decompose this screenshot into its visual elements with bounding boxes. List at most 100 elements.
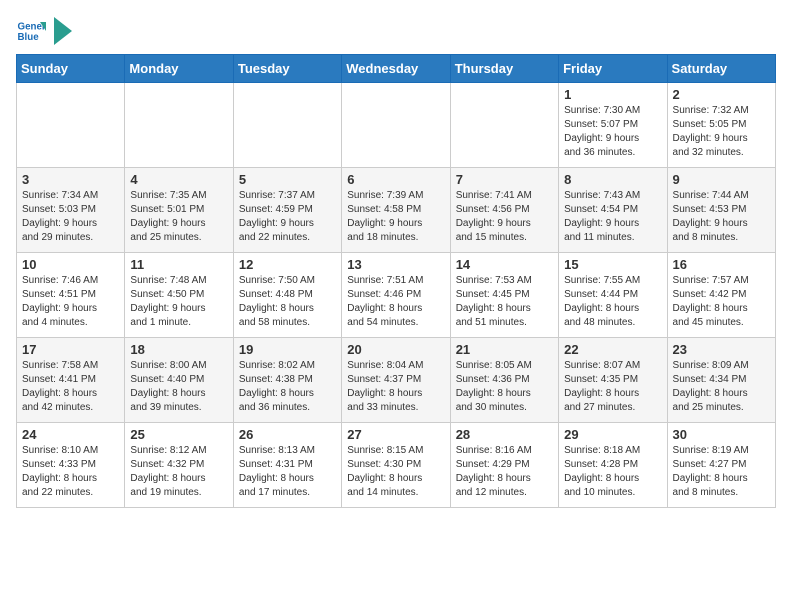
day-cell: 27 Sunrise: 8:15 AM Sunset: 4:30 PM Dayli…	[342, 423, 450, 508]
day-info: Sunrise: 8:13 AM Sunset: 4:31 PM Dayligh…	[239, 444, 336, 500]
day-number: 10	[22, 257, 119, 272]
day-cell: 10Sunrise: 7:46 AM Sunset: 4:51 PM Dayli…	[17, 253, 125, 338]
day-number: 26	[239, 427, 336, 442]
day-number: 24	[22, 427, 119, 442]
day-number: 13	[347, 257, 444, 272]
day-cell: 4 Sunrise: 7:35 AM Sunset: 5:01 PM Daylig…	[125, 168, 233, 253]
day-cell: 12 Sunrise: 7:50 AM Sunset: 4:48 PM Dayli…	[233, 253, 341, 338]
day-cell: 26 Sunrise: 8:13 AM Sunset: 4:31 PM Dayli…	[233, 423, 341, 508]
week-row-1: 1 Sunrise: 7:30 AM Sunset: 5:07 PM Daylig…	[17, 83, 776, 168]
day-number: 18	[130, 342, 227, 357]
day-info: Sunrise: 7:32 AM Sunset: 5:05 PM Dayligh…	[673, 104, 770, 160]
day-cell	[233, 83, 341, 168]
calendar-header-row: SundayMondayTuesdayWednesdayThursdayFrid…	[17, 55, 776, 83]
day-number: 3	[22, 172, 119, 187]
day-number: 9	[673, 172, 770, 187]
day-number: 28	[456, 427, 553, 442]
day-info: Sunrise: 8:16 AM Sunset: 4:29 PM Dayligh…	[456, 444, 553, 500]
day-cell: 9 Sunrise: 7:44 AM Sunset: 4:53 PM Daylig…	[667, 168, 775, 253]
day-cell: 17Sunrise: 7:58 AM Sunset: 4:41 PM Dayli…	[17, 338, 125, 423]
col-header-tuesday: Tuesday	[233, 55, 341, 83]
day-info: Sunrise: 7:41 AM Sunset: 4:56 PM Dayligh…	[456, 189, 553, 245]
day-info: Sunrise: 8:15 AM Sunset: 4:30 PM Dayligh…	[347, 444, 444, 500]
day-number: 20	[347, 342, 444, 357]
week-row-4: 17Sunrise: 7:58 AM Sunset: 4:41 PM Dayli…	[17, 338, 776, 423]
day-info: Sunrise: 8:04 AM Sunset: 4:37 PM Dayligh…	[347, 359, 444, 415]
week-row-2: 3 Sunrise: 7:34 AM Sunset: 5:03 PM Daylig…	[17, 168, 776, 253]
day-cell: 8Sunrise: 7:43 AM Sunset: 4:54 PM Daylig…	[559, 168, 667, 253]
day-info: Sunrise: 7:57 AM Sunset: 4:42 PM Dayligh…	[673, 274, 770, 330]
day-number: 4	[130, 172, 227, 187]
day-cell: 22 Sunrise: 8:07 AM Sunset: 4:35 PM Dayli…	[559, 338, 667, 423]
day-info: Sunrise: 7:44 AM Sunset: 4:53 PM Dayligh…	[673, 189, 770, 245]
day-number: 30	[673, 427, 770, 442]
day-cell	[125, 83, 233, 168]
day-cell: 11 Sunrise: 7:48 AM Sunset: 4:50 PM Dayli…	[125, 253, 233, 338]
day-cell	[450, 83, 558, 168]
day-cell: 20 Sunrise: 8:04 AM Sunset: 4:37 PM Dayli…	[342, 338, 450, 423]
day-info: Sunrise: 7:37 AM Sunset: 4:59 PM Dayligh…	[239, 189, 336, 245]
col-header-sunday: Sunday	[17, 55, 125, 83]
day-number: 25	[130, 427, 227, 442]
logo: General Blue	[16, 16, 72, 46]
day-cell: 2Sunrise: 7:32 AM Sunset: 5:05 PM Daylig…	[667, 83, 775, 168]
col-header-saturday: Saturday	[667, 55, 775, 83]
day-info: Sunrise: 7:55 AM Sunset: 4:44 PM Dayligh…	[564, 274, 661, 330]
day-cell: 13 Sunrise: 7:51 AM Sunset: 4:46 PM Dayli…	[342, 253, 450, 338]
col-header-wednesday: Wednesday	[342, 55, 450, 83]
day-info: Sunrise: 7:39 AM Sunset: 4:58 PM Dayligh…	[347, 189, 444, 245]
day-number: 23	[673, 342, 770, 357]
day-number: 14	[456, 257, 553, 272]
day-info: Sunrise: 8:02 AM Sunset: 4:38 PM Dayligh…	[239, 359, 336, 415]
day-number: 16	[673, 257, 770, 272]
week-row-3: 10Sunrise: 7:46 AM Sunset: 4:51 PM Dayli…	[17, 253, 776, 338]
day-cell: 25 Sunrise: 8:12 AM Sunset: 4:32 PM Dayli…	[125, 423, 233, 508]
day-number: 15	[564, 257, 661, 272]
day-cell: 18 Sunrise: 8:00 AM Sunset: 4:40 PM Dayli…	[125, 338, 233, 423]
col-header-thursday: Thursday	[450, 55, 558, 83]
day-info: Sunrise: 7:43 AM Sunset: 4:54 PM Dayligh…	[564, 189, 661, 245]
day-info: Sunrise: 7:53 AM Sunset: 4:45 PM Dayligh…	[456, 274, 553, 330]
day-info: Sunrise: 8:05 AM Sunset: 4:36 PM Dayligh…	[456, 359, 553, 415]
day-cell: 1 Sunrise: 7:30 AM Sunset: 5:07 PM Daylig…	[559, 83, 667, 168]
day-number: 12	[239, 257, 336, 272]
day-cell: 30 Sunrise: 8:19 AM Sunset: 4:27 PM Dayli…	[667, 423, 775, 508]
day-info: Sunrise: 7:30 AM Sunset: 5:07 PM Dayligh…	[564, 104, 661, 160]
day-info: Sunrise: 8:19 AM Sunset: 4:27 PM Dayligh…	[673, 444, 770, 500]
week-row-5: 24 Sunrise: 8:10 AM Sunset: 4:33 PM Dayli…	[17, 423, 776, 508]
logo-icon: General Blue	[16, 16, 46, 46]
day-cell	[17, 83, 125, 168]
day-number: 1	[564, 87, 661, 102]
day-cell: 28 Sunrise: 8:16 AM Sunset: 4:29 PM Dayli…	[450, 423, 558, 508]
day-cell: 21Sunrise: 8:05 AM Sunset: 4:36 PM Dayli…	[450, 338, 558, 423]
day-cell: 29Sunrise: 8:18 AM Sunset: 4:28 PM Dayli…	[559, 423, 667, 508]
day-number: 17	[22, 342, 119, 357]
day-number: 29	[564, 427, 661, 442]
day-info: Sunrise: 7:48 AM Sunset: 4:50 PM Dayligh…	[130, 274, 227, 330]
day-info: Sunrise: 8:07 AM Sunset: 4:35 PM Dayligh…	[564, 359, 661, 415]
day-cell: 16 Sunrise: 7:57 AM Sunset: 4:42 PM Dayli…	[667, 253, 775, 338]
day-number: 7	[456, 172, 553, 187]
day-cell: 6Sunrise: 7:39 AM Sunset: 4:58 PM Daylig…	[342, 168, 450, 253]
day-info: Sunrise: 7:50 AM Sunset: 4:48 PM Dayligh…	[239, 274, 336, 330]
day-cell: 24 Sunrise: 8:10 AM Sunset: 4:33 PM Dayli…	[17, 423, 125, 508]
day-cell: 7 Sunrise: 7:41 AM Sunset: 4:56 PM Daylig…	[450, 168, 558, 253]
day-number: 22	[564, 342, 661, 357]
day-number: 27	[347, 427, 444, 442]
day-info: Sunrise: 7:35 AM Sunset: 5:01 PM Dayligh…	[130, 189, 227, 245]
day-info: Sunrise: 8:10 AM Sunset: 4:33 PM Dayligh…	[22, 444, 119, 500]
col-header-friday: Friday	[559, 55, 667, 83]
day-cell: 23 Sunrise: 8:09 AM Sunset: 4:34 PM Dayli…	[667, 338, 775, 423]
day-info: Sunrise: 7:51 AM Sunset: 4:46 PM Dayligh…	[347, 274, 444, 330]
calendar-table: SundayMondayTuesdayWednesdayThursdayFrid…	[16, 54, 776, 508]
day-info: Sunrise: 7:34 AM Sunset: 5:03 PM Dayligh…	[22, 189, 119, 245]
day-cell: 3 Sunrise: 7:34 AM Sunset: 5:03 PM Daylig…	[17, 168, 125, 253]
day-cell	[342, 83, 450, 168]
day-cell: 5Sunrise: 7:37 AM Sunset: 4:59 PM Daylig…	[233, 168, 341, 253]
day-info: Sunrise: 8:09 AM Sunset: 4:34 PM Dayligh…	[673, 359, 770, 415]
day-number: 11	[130, 257, 227, 272]
day-info: Sunrise: 8:00 AM Sunset: 4:40 PM Dayligh…	[130, 359, 227, 415]
logo-arrow-icon	[54, 17, 72, 45]
col-header-monday: Monday	[125, 55, 233, 83]
day-info: Sunrise: 8:12 AM Sunset: 4:32 PM Dayligh…	[130, 444, 227, 500]
